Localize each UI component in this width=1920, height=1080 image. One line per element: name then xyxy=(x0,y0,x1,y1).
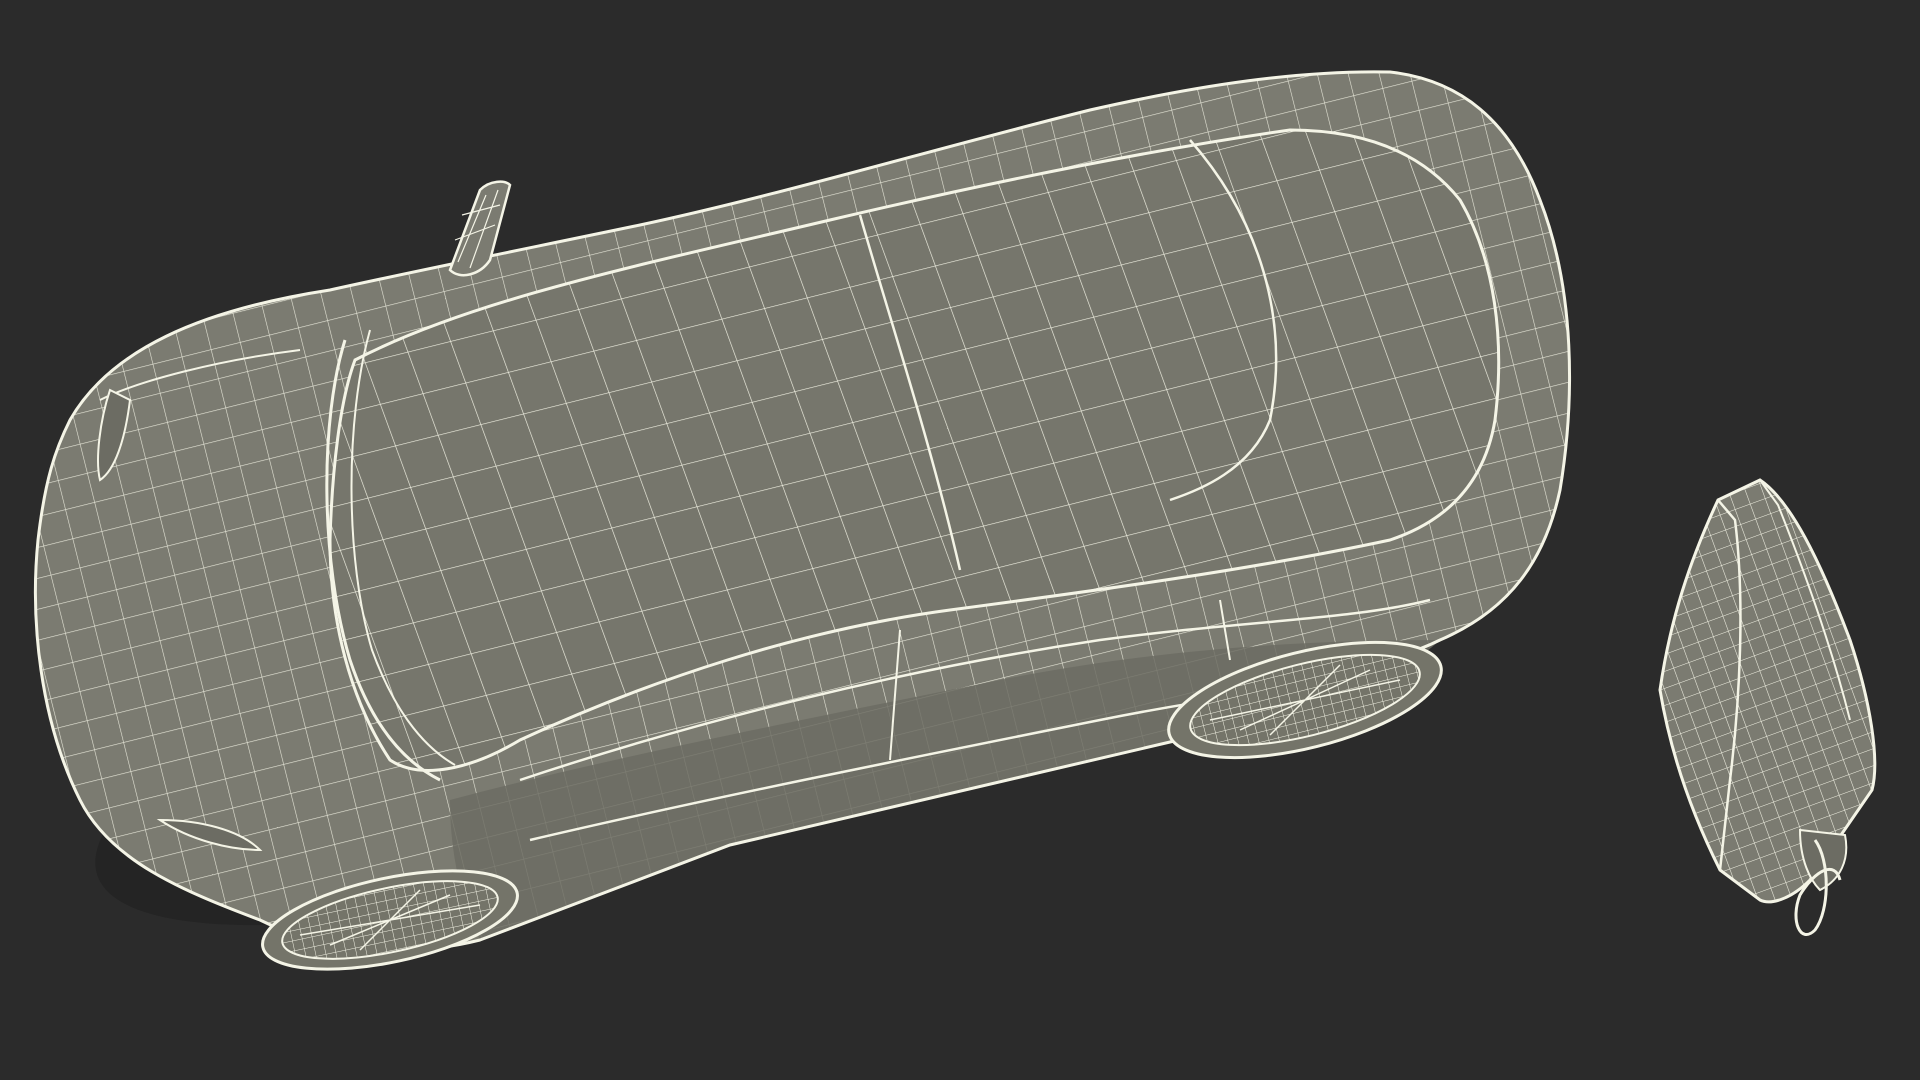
car xyxy=(33,70,1572,971)
wireframe-render xyxy=(33,70,1877,971)
viewport xyxy=(0,0,1920,1080)
